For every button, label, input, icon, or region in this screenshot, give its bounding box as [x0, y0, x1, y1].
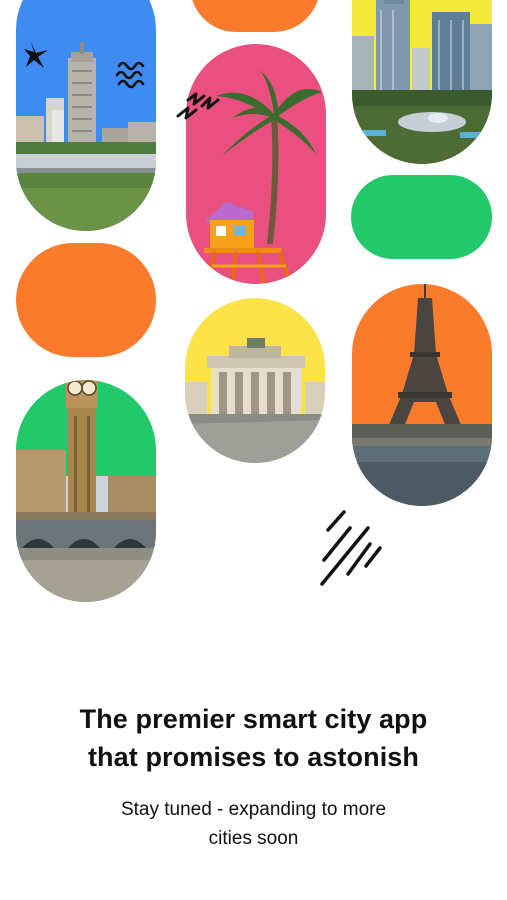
subtitle: Stay tuned - expanding to more cities so…	[0, 795, 507, 853]
london-card	[16, 380, 156, 602]
chicago-card	[352, 0, 492, 164]
boston-skyline-photo	[16, 0, 156, 231]
boston-card	[16, 0, 156, 231]
subtitle-line-2: cities soon	[208, 828, 299, 849]
berlin-brandenburg-gate-photo	[185, 298, 325, 463]
squiggle-doodle-icon	[115, 61, 145, 89]
paris-card	[352, 284, 492, 506]
chicago-skyline-photo	[352, 0, 492, 164]
london-big-ben-photo	[16, 380, 156, 602]
city-collage	[0, 0, 507, 640]
subtitle-line-1: Stay tuned - expanding to more	[120, 799, 387, 820]
orange-blob-top	[190, 0, 320, 32]
zigzag-doodle-icon	[176, 92, 220, 120]
headline: The premier smart city app that promises…	[0, 700, 507, 776]
paris-eiffel-tower-photo	[352, 284, 492, 506]
orange-blob-left	[16, 243, 156, 357]
speed-lines-doodle-icon	[320, 510, 382, 586]
green-blob-right	[351, 175, 492, 259]
headline-line-2: that promises to astonish	[87, 742, 420, 772]
star-doodle-icon	[24, 42, 48, 68]
miami-lifeguard-tower-photo	[186, 44, 326, 284]
berlin-card	[185, 298, 325, 463]
headline-line-1: The premier smart city app	[79, 704, 428, 734]
miami-card	[186, 44, 326, 284]
